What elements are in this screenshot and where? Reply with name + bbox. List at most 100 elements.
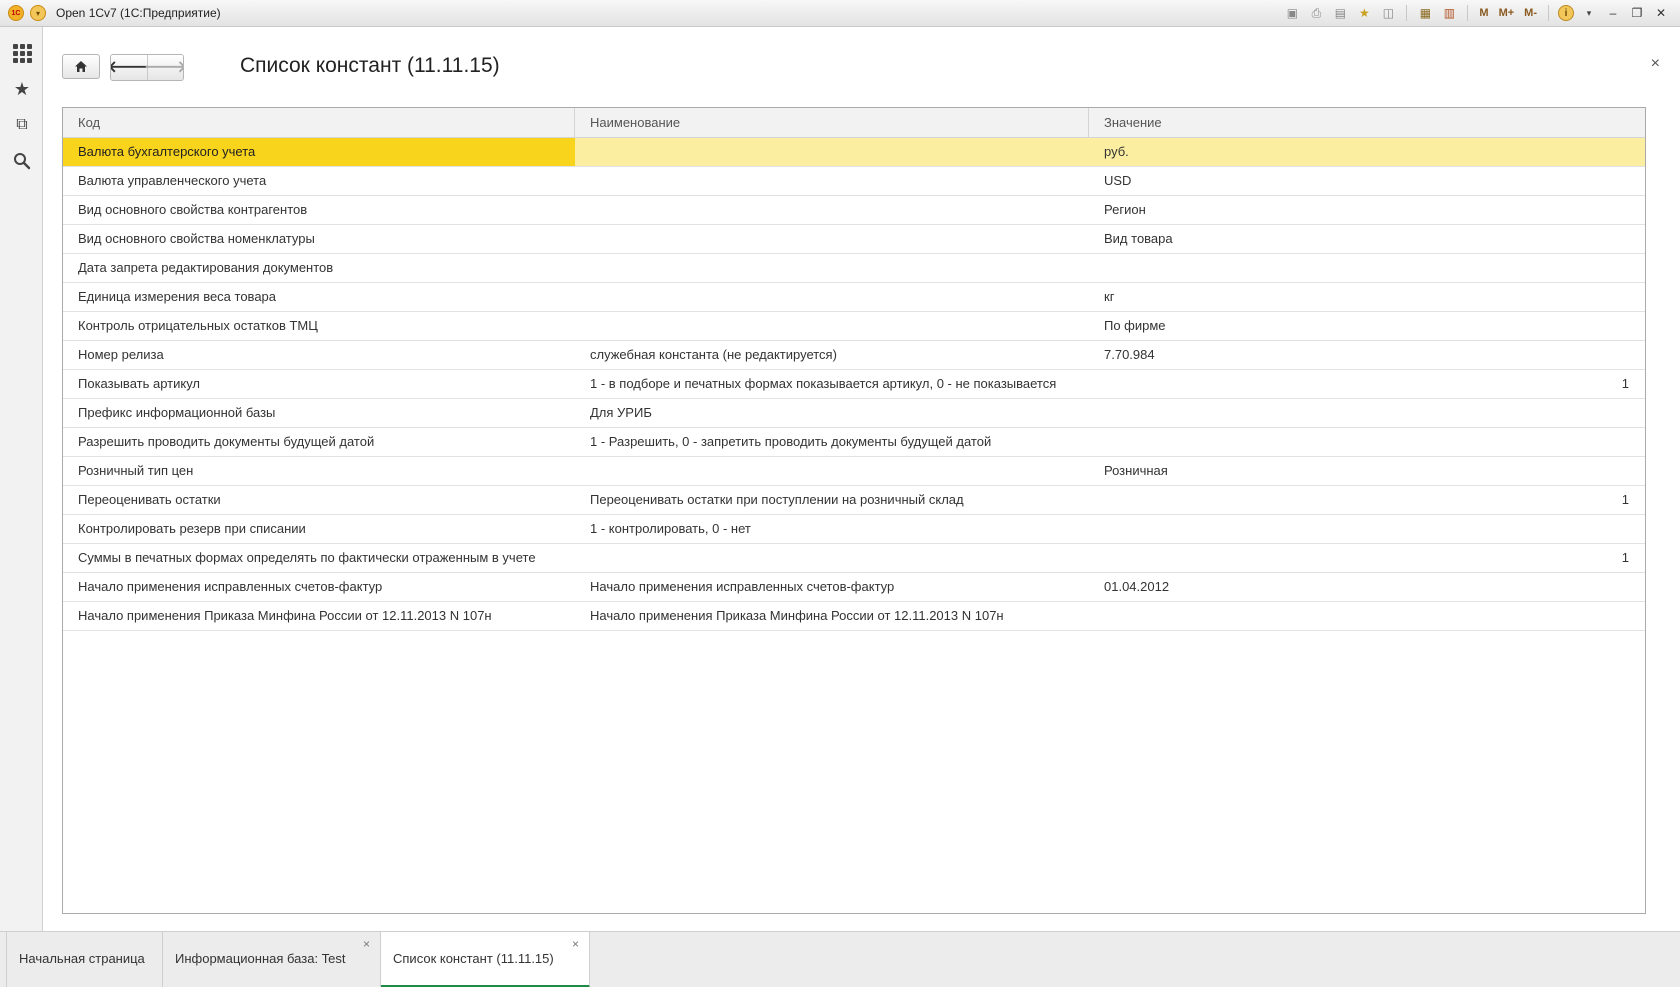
column-header-value[interactable]: Значение bbox=[1089, 108, 1645, 138]
table-row[interactable]: Начало применения Приказа Минфина России… bbox=[63, 602, 1645, 631]
cell-name[interactable]: 1 - Разрешить, 0 - запретить проводить д… bbox=[575, 428, 1089, 456]
cell-value[interactable] bbox=[1089, 399, 1645, 427]
table-row[interactable]: Суммы в печатных формах определять по фа… bbox=[63, 544, 1645, 573]
cell-value[interactable]: Регион bbox=[1089, 196, 1645, 224]
back-button[interactable]: 🡐 bbox=[111, 55, 150, 80]
preview-icon[interactable]: ▤ bbox=[1331, 4, 1349, 22]
calendar-icon[interactable]: ▥ bbox=[1440, 4, 1458, 22]
print-icon[interactable]: ⎙ bbox=[1307, 4, 1325, 22]
cell-code[interactable]: Валюта бухгалтерского учета bbox=[63, 138, 575, 166]
memory-plus-button[interactable]: M+ bbox=[1497, 4, 1517, 22]
table-row[interactable]: Контроль отрицательных остатков ТМЦ По фи… bbox=[63, 312, 1645, 341]
cell-code[interactable]: Контролировать резерв при списании bbox=[63, 515, 575, 543]
minimize-icon[interactable]: – bbox=[1604, 4, 1622, 22]
form-close-icon[interactable]: × bbox=[1651, 55, 1660, 73]
cell-value[interactable]: USD bbox=[1089, 167, 1645, 195]
cell-name[interactable] bbox=[575, 225, 1089, 253]
table-row[interactable]: Вид основного свойства контрагентов Регио… bbox=[63, 196, 1645, 225]
cell-code[interactable]: Розничный тип цен bbox=[63, 457, 575, 485]
cell-name[interactable]: Начало применения исправленных счетов-фа… bbox=[575, 573, 1089, 601]
cell-code[interactable]: Дата запрета редактирования документов bbox=[63, 254, 575, 282]
calculator-icon[interactable]: ▦ bbox=[1416, 4, 1434, 22]
cell-name[interactable] bbox=[575, 544, 1089, 572]
window-tab[interactable]: Информационная база: Test × bbox=[163, 932, 381, 987]
cell-code[interactable]: Валюта управленческого учета bbox=[63, 167, 575, 195]
history-icon[interactable]: ◫ bbox=[1379, 4, 1397, 22]
table-row[interactable]: Единица измерения веса товара кг bbox=[63, 283, 1645, 312]
cell-code[interactable]: Начало применения исправленных счетов-фа… bbox=[63, 573, 575, 601]
cell-name[interactable] bbox=[575, 283, 1089, 311]
table-row[interactable]: Валюта бухгалтерского учета руб. bbox=[63, 138, 1645, 167]
cell-value[interactable]: 7.70.984 bbox=[1089, 341, 1645, 369]
table-row[interactable]: Дата запрета редактирования документов bbox=[63, 254, 1645, 283]
cell-value[interactable]: По фирме bbox=[1089, 312, 1645, 340]
cell-name[interactable]: 1 - в подборе и печатных формах показыва… bbox=[575, 370, 1089, 398]
restore-icon[interactable]: ❐ bbox=[1628, 4, 1646, 22]
all-functions-icon[interactable] bbox=[12, 43, 32, 63]
main-menu-icon[interactable]: ▾ bbox=[30, 5, 46, 21]
cell-code[interactable]: Вид основного свойства контрагентов bbox=[63, 196, 575, 224]
cell-name[interactable] bbox=[575, 196, 1089, 224]
cell-code[interactable]: Показывать артикул bbox=[63, 370, 575, 398]
cell-code[interactable]: Единица измерения веса товара bbox=[63, 283, 575, 311]
cell-name[interactable]: Для УРИБ bbox=[575, 399, 1089, 427]
table-row[interactable]: Номер релиза служебная константа (не реда… bbox=[63, 341, 1645, 370]
cell-code[interactable]: Разрешить проводить документы будущей да… bbox=[63, 428, 575, 456]
cell-name[interactable] bbox=[575, 312, 1089, 340]
cell-value[interactable] bbox=[1089, 428, 1645, 456]
window-tab[interactable]: Список констант (11.11.15) × bbox=[381, 932, 590, 987]
cell-name[interactable]: служебная константа (не редактируется) bbox=[575, 341, 1089, 369]
cell-value[interactable]: руб. bbox=[1089, 138, 1645, 166]
cell-value[interactable]: Розничная bbox=[1089, 457, 1645, 485]
home-button[interactable] bbox=[62, 54, 100, 79]
cell-value[interactable] bbox=[1089, 515, 1645, 543]
column-header-name[interactable]: Наименование bbox=[575, 108, 1089, 138]
search-icon[interactable] bbox=[12, 151, 32, 171]
table-row[interactable]: Разрешить проводить документы будущей да… bbox=[63, 428, 1645, 457]
table-row[interactable]: Розничный тип цен Розничная bbox=[63, 457, 1645, 486]
cell-value[interactable]: 1 bbox=[1089, 544, 1645, 572]
cell-value[interactable]: 1 bbox=[1089, 486, 1645, 514]
table-row[interactable]: Переоценивать остатки Переоценивать остат… bbox=[63, 486, 1645, 515]
info-icon[interactable]: i bbox=[1558, 5, 1574, 21]
table-row[interactable]: Показывать артикул 1 - в подборе и печатн… bbox=[63, 370, 1645, 399]
cell-name[interactable] bbox=[575, 457, 1089, 485]
cell-code[interactable]: Номер релиза bbox=[63, 341, 575, 369]
cell-name[interactable] bbox=[575, 167, 1089, 195]
cell-code[interactable]: Префикс информационной базы bbox=[63, 399, 575, 427]
table-row[interactable]: Вид основного свойства номенклатуры Вид т… bbox=[63, 225, 1645, 254]
cell-value[interactable]: Вид товара bbox=[1089, 225, 1645, 253]
forward-button[interactable]: 🡒 bbox=[144, 55, 183, 80]
memory-minus-button[interactable]: M- bbox=[1522, 4, 1539, 22]
tab-close-icon[interactable]: × bbox=[572, 937, 579, 951]
history-pages-icon[interactable]: ⧉ bbox=[12, 115, 32, 135]
cell-value[interactable] bbox=[1089, 602, 1645, 630]
window-tab[interactable]: Начальная страница bbox=[6, 932, 163, 987]
app-logo-icon[interactable]: 1C bbox=[8, 5, 24, 21]
cell-code[interactable]: Переоценивать остатки bbox=[63, 486, 575, 514]
cell-name[interactable]: 1 - контролировать, 0 - нет bbox=[575, 515, 1089, 543]
cell-code[interactable]: Суммы в печатных формах определять по фа… bbox=[63, 544, 575, 572]
cell-value[interactable]: 01.04.2012 bbox=[1089, 573, 1645, 601]
cell-code[interactable]: Вид основного свойства номенклатуры bbox=[63, 225, 575, 253]
favorites-icon[interactable]: ★ bbox=[1355, 4, 1373, 22]
dropdown-icon[interactable]: ▾ bbox=[1580, 4, 1598, 22]
cell-value[interactable]: кг bbox=[1089, 283, 1645, 311]
cell-name[interactable] bbox=[575, 254, 1089, 282]
cell-value[interactable] bbox=[1089, 254, 1645, 282]
cell-code[interactable]: Контроль отрицательных остатков ТМЦ bbox=[63, 312, 575, 340]
save-icon[interactable]: ▣ bbox=[1283, 4, 1301, 22]
cell-name[interactable]: Начало применения Приказа Минфина России… bbox=[575, 602, 1089, 630]
memory-button[interactable]: M bbox=[1477, 4, 1490, 22]
favorites-star-icon[interactable]: ★ bbox=[12, 79, 32, 99]
cell-value[interactable]: 1 bbox=[1089, 370, 1645, 398]
cell-code[interactable]: Начало применения Приказа Минфина России… bbox=[63, 602, 575, 630]
cell-name[interactable] bbox=[575, 138, 1089, 166]
table-row[interactable]: Начало применения исправленных счетов-фа… bbox=[63, 573, 1645, 602]
close-icon[interactable]: ✕ bbox=[1652, 4, 1670, 22]
cell-name[interactable]: Переоценивать остатки при поступлении на… bbox=[575, 486, 1089, 514]
tab-close-icon[interactable]: × bbox=[363, 937, 370, 951]
table-row[interactable]: Префикс информационной базы Для УРИБ bbox=[63, 399, 1645, 428]
table-row[interactable]: Контролировать резерв при списании 1 - ко… bbox=[63, 515, 1645, 544]
column-header-code[interactable]: Код bbox=[63, 108, 575, 138]
